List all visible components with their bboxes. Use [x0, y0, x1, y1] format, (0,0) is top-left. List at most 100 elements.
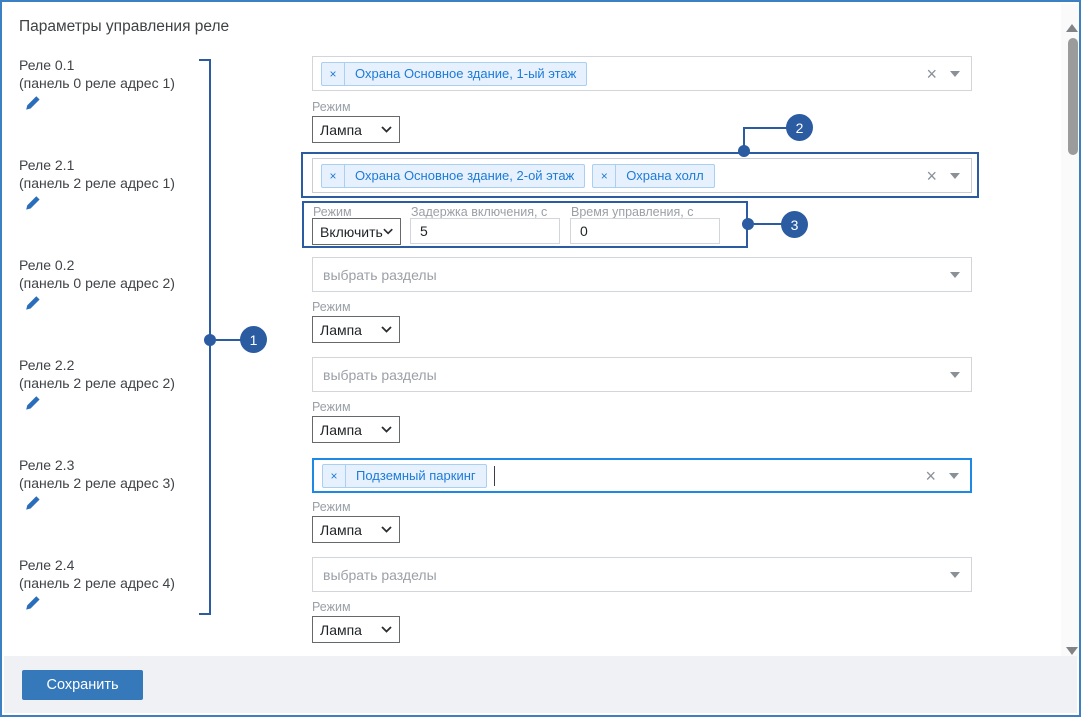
tag-remove-icon[interactable]: ×: [593, 165, 616, 187]
chevron-down-icon: [381, 626, 392, 633]
tag-remove-icon[interactable]: ×: [323, 465, 346, 487]
mode-select[interactable]: Включить: [312, 218, 401, 245]
dropdown-arrow-icon[interactable]: [950, 173, 960, 179]
relay-label-2-2: Реле 2.2 (панель 2 реле адрес 2): [19, 357, 204, 392]
multiselect-controls: [950, 358, 960, 391]
relay-settings-window: Параметры управления реле Реле 0.1 (пане…: [0, 0, 1081, 717]
chevron-down-icon: [381, 126, 392, 133]
delay-input[interactable]: [410, 218, 560, 244]
relay-label-0-2: Реле 0.2 (панель 0 реле адрес 2): [19, 257, 204, 292]
callout-2-line-h: [743, 127, 787, 129]
tag-remove-icon[interactable]: ×: [322, 165, 345, 187]
footer-bar: Сохранить: [4, 656, 1077, 713]
clear-selection-icon[interactable]: ×: [926, 167, 937, 185]
section-tag: × Охрана Основное здание, 1-ый этаж: [321, 62, 587, 86]
sections-multiselect-relay-2-1[interactable]: × Охрана Основное здание, 2-ой этаж × Ох…: [312, 158, 972, 193]
callout-3-dot: [742, 218, 754, 230]
relay-panel-info: (панель 2 реле адрес 3): [19, 475, 204, 493]
clear-selection-icon[interactable]: ×: [926, 65, 937, 83]
selected-tags: × Охрана Основное здание, 1-ый этаж: [321, 62, 587, 86]
multiselect-controls: [950, 558, 960, 591]
control-time-label: Время управления, с: [571, 205, 693, 219]
mode-select[interactable]: Лампа: [312, 316, 400, 343]
section-tag: × Охрана холл: [592, 164, 714, 188]
relay-panel-info: (панель 2 реле адрес 4): [19, 575, 204, 593]
scrollbar-down-arrow[interactable]: [1066, 647, 1078, 655]
relay-panel-info: (панель 2 реле адрес 1): [19, 175, 204, 193]
multiselect-placeholder: выбрать разделы: [321, 367, 437, 383]
tag-label: Охрана Основное здание, 1-ый этаж: [345, 63, 586, 85]
dropdown-arrow-icon[interactable]: [950, 372, 960, 378]
relay-label-2-3: Реле 2.3 (панель 2 реле адрес 3): [19, 457, 204, 492]
multiselect-controls: ×: [925, 460, 959, 491]
relay-label-2-1: Реле 2.1 (панель 2 реле адрес 1): [19, 157, 204, 192]
edit-relay-button[interactable]: [25, 195, 41, 211]
chevron-down-icon: [381, 426, 392, 433]
multiselect-placeholder: выбрать разделы: [321, 267, 437, 283]
tag-remove-icon[interactable]: ×: [322, 63, 345, 85]
relay-name: Реле 2.1: [19, 157, 204, 175]
clear-selection-icon[interactable]: ×: [925, 467, 936, 485]
callout-1-badge: 1: [240, 326, 267, 353]
sections-multiselect-relay-2-3[interactable]: × Подземный паркинг ×: [312, 458, 972, 493]
mode-label: Режим: [312, 300, 351, 314]
pencil-icon: [25, 95, 41, 111]
callout-bracket-tick-top: [199, 59, 211, 61]
pencil-icon: [25, 495, 41, 511]
sections-multiselect-relay-2-2[interactable]: выбрать разделы: [312, 357, 972, 392]
chevron-down-icon: [381, 326, 392, 333]
tag-label: Подземный паркинг: [346, 465, 486, 487]
mode-select-value: Включить: [320, 224, 383, 240]
relay-label-0-1: Реле 0.1 (панель 0 реле адрес 1): [19, 57, 204, 92]
pencil-icon: [25, 295, 41, 311]
edit-relay-button[interactable]: [25, 595, 41, 611]
save-button[interactable]: Сохранить: [22, 670, 143, 700]
callout-3-line: [754, 223, 782, 225]
callout-3-badge: 3: [781, 211, 808, 238]
section-tag: × Подземный паркинг: [322, 464, 487, 488]
dropdown-arrow-icon[interactable]: [950, 572, 960, 578]
relay-name: Реле 2.2: [19, 357, 204, 375]
mode-select-value: Лампа: [320, 522, 362, 538]
sections-multiselect-relay-2-4[interactable]: выбрать разделы: [312, 557, 972, 592]
edit-relay-button[interactable]: [25, 295, 41, 311]
relay-name: Реле 2.3: [19, 457, 204, 475]
mode-label: Режим: [312, 400, 351, 414]
relay-panel-info: (панель 0 реле адрес 2): [19, 275, 204, 293]
scrollbar-up-arrow[interactable]: [1066, 24, 1078, 32]
relay-name: Реле 0.2: [19, 257, 204, 275]
mode-label: Режим: [312, 600, 351, 614]
mode-select-value: Лампа: [320, 122, 362, 138]
scrollbar-thumb[interactable]: [1068, 38, 1078, 155]
pencil-icon: [25, 195, 41, 211]
relay-panel-info: (панель 2 реле адрес 2): [19, 375, 204, 393]
multiselect-placeholder: выбрать разделы: [321, 567, 437, 583]
dropdown-arrow-icon[interactable]: [949, 473, 959, 479]
callout-1-line: [216, 339, 242, 341]
relay-label-2-4: Реле 2.4 (панель 2 реле адрес 4): [19, 557, 204, 592]
dropdown-arrow-icon[interactable]: [950, 71, 960, 77]
relay-name: Реле 2.4: [19, 557, 204, 575]
sections-multiselect-relay-0-1[interactable]: × Охрана Основное здание, 1-ый этаж ×: [312, 56, 972, 91]
relay-name: Реле 0.1: [19, 57, 204, 75]
dropdown-arrow-icon[interactable]: [950, 272, 960, 278]
mode-select[interactable]: Лампа: [312, 616, 400, 643]
mode-select[interactable]: Лампа: [312, 116, 400, 143]
selected-tags: × Охрана Основное здание, 2-ой этаж × Ох…: [321, 164, 715, 188]
mode-select[interactable]: Лампа: [312, 416, 400, 443]
callout-1-dot: [204, 334, 216, 346]
sections-multiselect-relay-0-2[interactable]: выбрать разделы: [312, 257, 972, 292]
pencil-icon: [25, 595, 41, 611]
mode-label: Режим: [312, 500, 351, 514]
selected-tags: × Подземный паркинг: [322, 464, 487, 488]
edit-relay-button[interactable]: [25, 95, 41, 111]
control-time-input[interactable]: [570, 218, 720, 244]
tag-label: Охрана холл: [616, 165, 713, 187]
mode-select-value: Лампа: [320, 422, 362, 438]
edit-relay-button[interactable]: [25, 395, 41, 411]
section-tag: × Охрана Основное здание, 2-ой этаж: [321, 164, 585, 188]
edit-relay-button[interactable]: [25, 495, 41, 511]
mode-select[interactable]: Лампа: [312, 516, 400, 543]
delay-label: Задержка включения, с: [411, 205, 547, 219]
callout-2-dot: [738, 145, 750, 157]
